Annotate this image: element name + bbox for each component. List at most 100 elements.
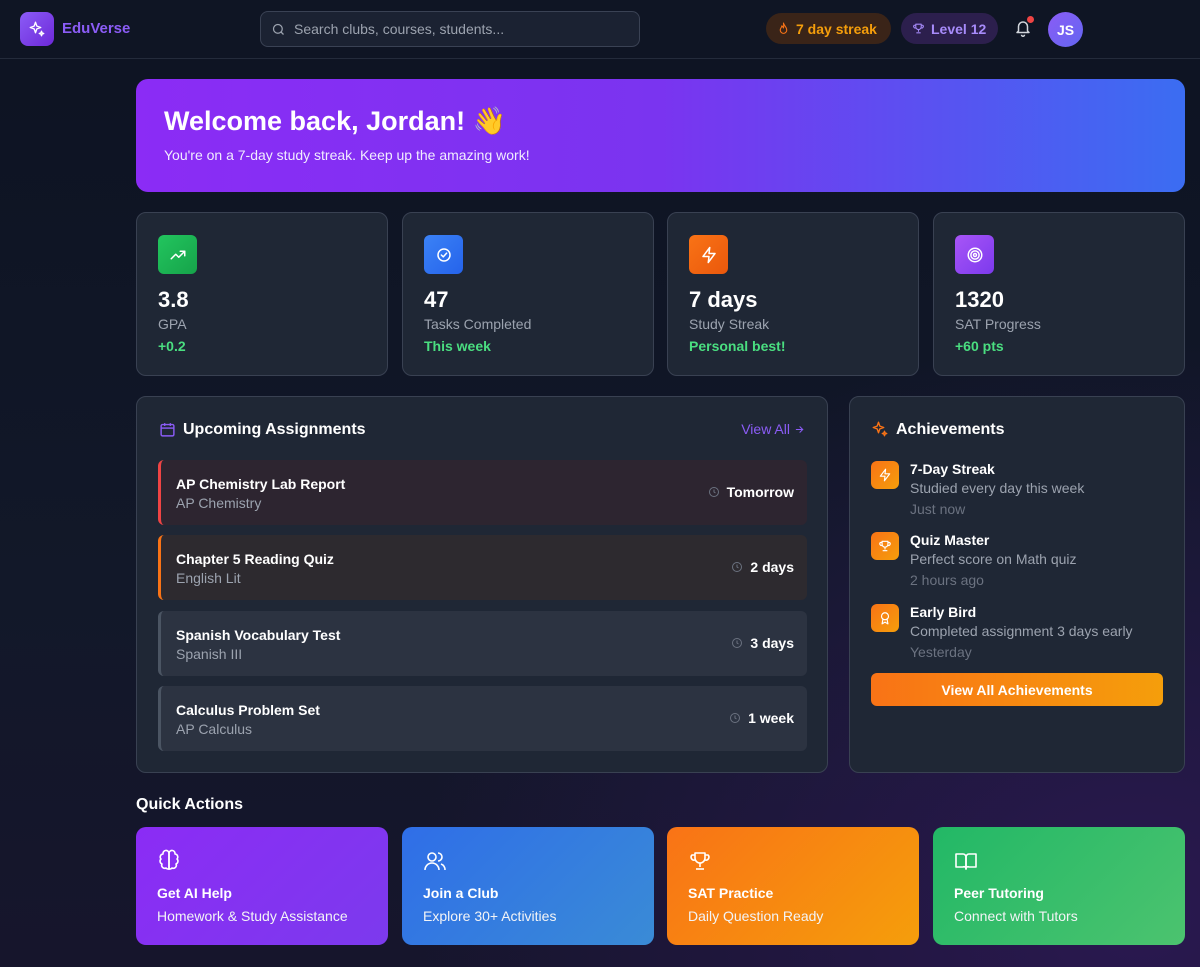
search-bar <box>260 11 640 47</box>
calendar-icon <box>160 423 175 437</box>
quick-action-title: SAT Practice <box>688 885 774 901</box>
assignment-item[interactable]: Chapter 5 Reading Quiz English Lit 2 day… <box>158 535 807 600</box>
stat-card-tasks[interactable]: 47 Tasks Completed This week <box>402 212 654 376</box>
assignment-due: 2 days <box>731 559 794 575</box>
logo[interactable] <box>20 12 54 46</box>
lightning-icon <box>871 461 899 489</box>
check-circle-icon <box>424 235 463 274</box>
achievement-desc: Studied every day this week <box>910 480 1085 496</box>
stat-label: GPA <box>158 316 187 332</box>
stat-sub: Personal best! <box>689 338 786 354</box>
search-icon <box>272 23 284 35</box>
assignment-course: AP Calculus <box>176 721 253 737</box>
quick-action-join-club[interactable]: Join a Club Explore 30+ Activities <box>402 827 654 945</box>
sparkles-icon <box>872 421 888 437</box>
assignment-title: Calculus Problem Set <box>176 702 320 718</box>
target-icon <box>955 235 994 274</box>
stat-card-streak[interactable]: 7 days Study Streak Personal best! <box>667 212 919 376</box>
stat-sub: This week <box>424 338 491 354</box>
users-icon <box>424 852 446 871</box>
trophy-icon <box>913 23 924 34</box>
clock-icon <box>708 487 719 497</box>
quick-action-subtitle: Explore 30+ Activities <box>423 908 557 924</box>
welcome-title: Welcome back, Jordan! 👋 <box>164 106 507 136</box>
achievement-item: 7-Day Streak Studied every day this week… <box>871 461 1171 526</box>
assignment-item[interactable]: Spanish Vocabulary Test Spanish III 3 da… <box>158 611 807 676</box>
assignment-due: Tomorrow <box>708 484 794 500</box>
stat-card-gpa[interactable]: 3.8 GPA +0.2 <box>136 212 388 376</box>
quick-action-title: Join a Club <box>423 885 499 901</box>
brain-icon <box>159 849 179 870</box>
quick-action-subtitle: Connect with Tutors <box>954 908 1078 924</box>
stat-value: 47 <box>424 287 449 312</box>
assignment-due: 3 days <box>731 635 794 651</box>
achievement-desc: Completed assignment 3 days early <box>910 623 1133 639</box>
view-all-label: View All <box>741 421 790 437</box>
trophy-icon <box>871 532 899 560</box>
arrow-right-icon <box>795 425 804 433</box>
achievements-title: Achievements <box>896 421 1005 438</box>
flame-icon <box>779 22 788 34</box>
assignment-course: English Lit <box>176 570 241 586</box>
assignment-item[interactable]: Calculus Problem Set AP Calculus 1 week <box>158 686 807 751</box>
stat-value: 1320 <box>955 287 1004 312</box>
welcome-banner: Welcome back, Jordan! 👋 You're on a 7-da… <box>136 79 1185 192</box>
assignment-title: AP Chemistry Lab Report <box>176 476 346 492</box>
avatar[interactable]: JS <box>1048 12 1083 47</box>
achievement-title: 7-Day Streak <box>910 461 995 477</box>
assignments-panel: Upcoming Assignments View All AP Chemist… <box>136 396 828 773</box>
assignment-course: AP Chemistry <box>176 495 262 511</box>
quick-action-title: Peer Tutoring <box>954 885 1044 901</box>
achievement-title: Quiz Master <box>910 532 990 548</box>
streak-badge[interactable]: 7 day streak <box>766 13 891 44</box>
book-icon <box>955 853 977 870</box>
due-label: Tomorrow <box>726 484 794 500</box>
assignment-due: 1 week <box>729 710 794 726</box>
clock-icon <box>730 713 741 723</box>
due-label: 3 days <box>750 635 794 651</box>
quick-action-title: Get AI Help <box>157 885 232 901</box>
stat-card-sat[interactable]: 1320 SAT Progress +60 pts <box>933 212 1185 376</box>
view-all-link[interactable]: View All <box>741 421 805 437</box>
achievement-title: Early Bird <box>910 604 977 620</box>
stat-value: 3.8 <box>158 287 189 312</box>
award-icon <box>871 604 899 632</box>
stat-sub: +60 pts <box>955 338 1004 354</box>
notification-dot <box>1027 16 1034 23</box>
top-bar: EduVerse 7 day streak Level 12 JS <box>0 0 1200 59</box>
achievements-panel: Achievements 7-Day Streak Studied every … <box>849 396 1185 773</box>
assignment-title: Spanish Vocabulary Test <box>176 627 341 643</box>
streak-label: 7 day streak <box>796 20 877 37</box>
sparkles-icon <box>29 21 45 37</box>
assignment-item[interactable]: AP Chemistry Lab Report AP Chemistry Tom… <box>158 460 807 525</box>
welcome-subtitle: You're on a 7-day study streak. Keep up … <box>164 147 530 163</box>
stat-label: Tasks Completed <box>424 316 532 332</box>
search-input[interactable] <box>294 12 624 46</box>
clock-icon <box>732 638 743 648</box>
app-name[interactable]: EduVerse <box>62 20 130 37</box>
level-badge[interactable]: Level 12 <box>901 13 998 44</box>
achievement-item: Quiz Master Perfect score on Math quiz 2… <box>871 532 1171 597</box>
due-label: 1 week <box>748 710 794 726</box>
lightning-icon <box>689 235 728 274</box>
quick-action-subtitle: Daily Question Ready <box>688 908 824 924</box>
achievement-item: Early Bird Completed assignment 3 days e… <box>871 604 1171 669</box>
quick-action-sat-practice[interactable]: SAT Practice Daily Question Ready <box>667 827 919 945</box>
view-all-achievements-button[interactable]: View All Achievements <box>871 673 1163 706</box>
trending-up-icon <box>158 235 197 274</box>
quick-action-peer-tutoring[interactable]: Peer Tutoring Connect with Tutors <box>933 827 1185 945</box>
assignment-course: Spanish III <box>176 646 243 662</box>
stat-sub: +0.2 <box>158 338 186 354</box>
achievement-time: Just now <box>910 501 966 517</box>
level-label: Level 12 <box>931 20 987 37</box>
quick-action-subtitle: Homework & Study Assistance <box>157 908 348 924</box>
assignment-title: Chapter 5 Reading Quiz <box>176 551 334 567</box>
achievement-time: Yesterday <box>910 644 972 660</box>
achievement-desc: Perfect score on Math quiz <box>910 551 1077 567</box>
achievement-time: 2 hours ago <box>910 572 984 588</box>
assignments-title: Upcoming Assignments <box>183 421 366 438</box>
trophy-icon <box>690 852 710 870</box>
due-label: 2 days <box>750 559 794 575</box>
quick-actions-title: Quick Actions <box>136 796 243 813</box>
quick-action-ai-help[interactable]: Get AI Help Homework & Study Assistance <box>136 827 388 945</box>
